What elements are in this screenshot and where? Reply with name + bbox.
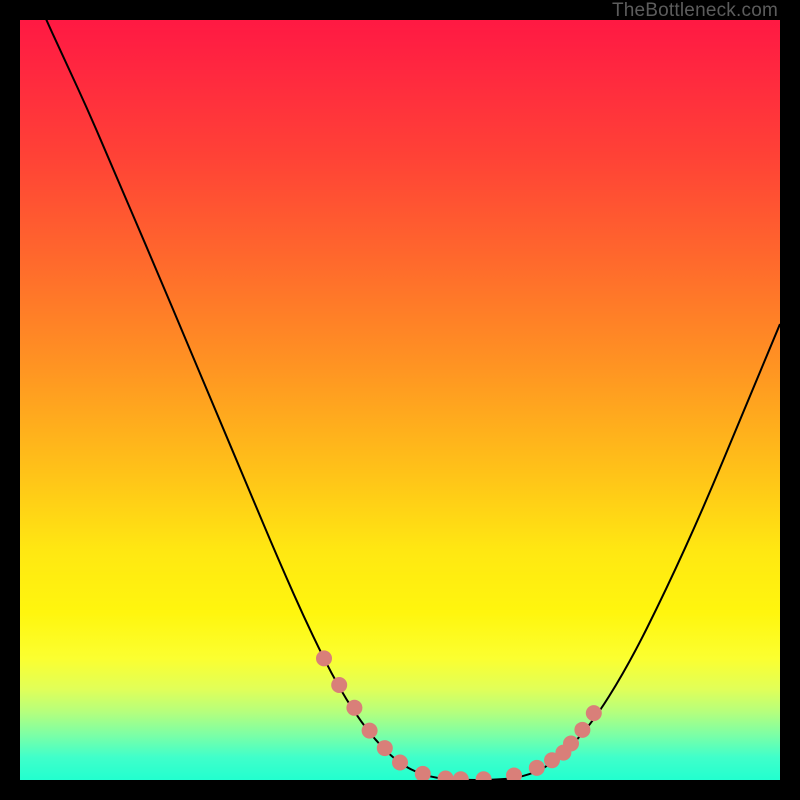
marker-dot [346, 700, 362, 716]
marker-dot [574, 722, 590, 738]
marker-dot [392, 755, 408, 771]
marker-group [316, 650, 602, 780]
curve-layer [20, 20, 780, 780]
marker-dot [331, 677, 347, 693]
marker-dot [529, 760, 545, 776]
bottleneck-curve [20, 20, 780, 780]
marker-dot [476, 771, 492, 780]
marker-dot [377, 740, 393, 756]
watermark-label: TheBottleneck.com [612, 0, 778, 22]
marker-dot [453, 771, 469, 780]
marker-dot [438, 770, 454, 780]
plot-area [20, 20, 780, 780]
marker-dot [563, 736, 579, 752]
curve-path [20, 20, 780, 780]
marker-dot [362, 723, 378, 739]
marker-dot [316, 650, 332, 666]
marker-dot [415, 766, 431, 780]
marker-dot [506, 767, 522, 780]
chart-frame: TheBottleneck.com [0, 0, 800, 800]
marker-dot [586, 705, 602, 721]
